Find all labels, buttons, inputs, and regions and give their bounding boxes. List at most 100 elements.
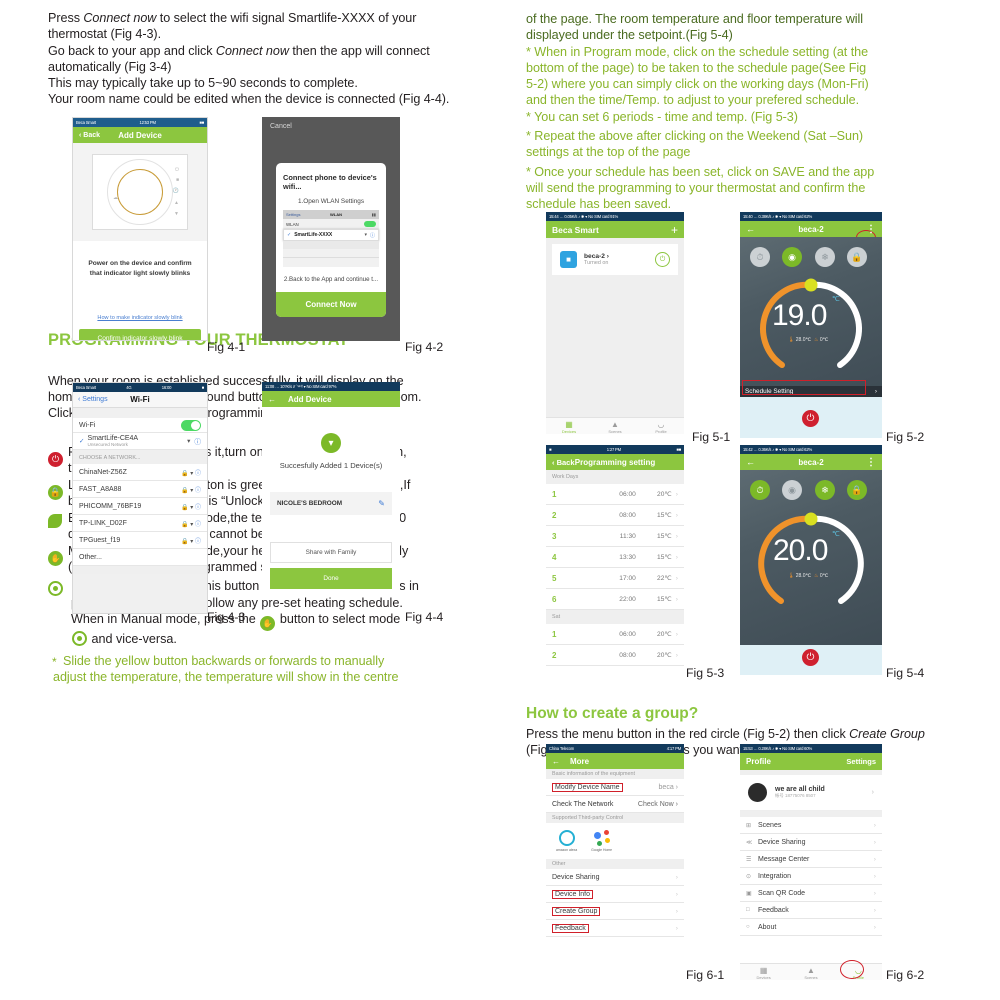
connect-now-button[interactable]: Connect Now xyxy=(276,292,386,317)
ssid-row[interactable]: ✓ SmartLife-XXXX ▾ ⓘ xyxy=(283,229,379,241)
user-profile-row[interactable]: we are all child 帐号 18775076 8507 › xyxy=(740,775,882,811)
google-home-icon[interactable]: Google Home xyxy=(591,830,612,852)
status-bar: 15:44 … 0.05K/s ♪ ✱ ▾ No SIM card 91% xyxy=(546,212,684,221)
cancel-button[interactable]: Cancel xyxy=(262,117,400,136)
connect-dialog: Connect phone to device's wifi... 1.Open… xyxy=(276,163,386,317)
grid-icon: ▦ xyxy=(565,420,573,429)
chevron-right-icon: › xyxy=(675,651,678,659)
back-arrow-icon[interactable]: ← xyxy=(746,457,755,467)
tab-devices[interactable]: ▦ Devices xyxy=(740,964,787,980)
schedule-period-row[interactable]: 1 06:00 20℃ › xyxy=(546,624,684,645)
info-icon[interactable]: ⓘ xyxy=(194,436,201,446)
profile-menu-row[interactable]: ⊙ Integration › xyxy=(740,868,882,885)
network-row[interactable]: PHICOMM_76BF19 🔒 ▾ ⓘ xyxy=(73,498,207,515)
device-card[interactable]: ■ beca-2 › Turned on ⏻ xyxy=(552,244,678,275)
schedule-period-row[interactable]: 2 08:00 15℃ › xyxy=(546,505,684,526)
menu-dots-icon[interactable]: ⋮ xyxy=(866,224,876,235)
wifi-toggle-row[interactable]: Wi-Fi xyxy=(73,418,207,433)
chevron-right-icon: › xyxy=(675,924,678,932)
device-power-toggle[interactable]: ⏻ xyxy=(655,252,670,267)
add-device-icon[interactable]: + xyxy=(671,223,678,237)
mode-lock-icon[interactable]: 🔒 xyxy=(847,247,867,267)
confirm-blink-button[interactable]: Confirm indicator slowly blink xyxy=(79,329,201,340)
back-arrow-icon[interactable]: ← xyxy=(268,395,276,404)
profile-menu-row[interactable]: ☰ Message Center › xyxy=(740,851,882,868)
caption-fig-4-2: Fig 4-2 xyxy=(405,340,444,354)
instruction-text: Power on the device and confirm that ind… xyxy=(73,259,207,279)
nav-bar: ← More xyxy=(546,753,684,769)
settings-button[interactable]: Settings xyxy=(846,757,876,766)
menu-item-icon: ▣ xyxy=(746,890,752,897)
settings-back-button[interactable]: ‹ Settings xyxy=(78,396,108,403)
top-note-green: * When in Program mode, click on the sch… xyxy=(526,44,956,213)
mode-program-icon[interactable]: ◉ xyxy=(782,247,802,267)
schedule-period-row[interactable]: 4 13:30 15℃ › xyxy=(546,547,684,568)
period-time: 06:00 xyxy=(619,630,636,638)
power-button[interactable]: ⏻ xyxy=(802,410,819,427)
network-row[interactable]: TP-LINK_D02F 🔒 ▾ ⓘ xyxy=(73,515,207,532)
amazon-alexa-icon[interactable]: amazon alexa xyxy=(556,830,577,852)
menu-row[interactable]: Device Info › xyxy=(546,886,684,903)
back-arrow-icon[interactable]: ← xyxy=(552,757,560,766)
menu-row[interactable]: Feedback › xyxy=(546,920,684,937)
share-with-family-button[interactable]: Share with Family xyxy=(270,542,392,563)
menu-row[interactable]: Create Group › xyxy=(546,903,684,920)
check-network-row[interactable]: Check The Network Check Now › xyxy=(546,796,684,813)
schedule-period-row[interactable]: 1 06:00 20℃ › xyxy=(546,484,684,505)
power-button[interactable]: ⏻ xyxy=(802,649,819,666)
mode-clock-icon[interactable]: ⏱ xyxy=(750,247,770,267)
tab-devices[interactable]: ▦ Devices xyxy=(546,418,592,434)
schedule-period-row[interactable]: 3 11:30 15℃ › xyxy=(546,526,684,547)
check-icon: ✓ xyxy=(79,438,85,445)
mini-settings-label: Settings xyxy=(286,212,301,217)
profile-menu-label: Feedback xyxy=(758,906,789,914)
mode-eco-icon[interactable]: ❄ xyxy=(815,247,835,267)
network-ssid: Other... xyxy=(79,553,102,561)
menu-row[interactable]: Device Sharing › xyxy=(546,869,684,886)
network-row[interactable]: ChinaNet-Z56Z 🔒 ▾ ⓘ xyxy=(73,464,207,481)
chevron-right-icon: › xyxy=(675,630,678,638)
connected-network-row[interactable]: ✓ SmartLife-CE4A Unsecured Network ▾ ⓘ xyxy=(73,433,207,450)
profile-menu-row[interactable]: ▣ Scan QR Code › xyxy=(740,885,882,902)
schedule-period-row[interactable]: 5 17:00 22℃ › xyxy=(546,568,684,589)
workdays-header: Work Days xyxy=(546,470,684,484)
profile-menu-row[interactable]: ○ About › xyxy=(740,919,882,936)
network-row[interactable]: TPGuest_f19 🔒 ▾ ⓘ xyxy=(73,532,207,549)
info-icon[interactable]: ⓘ xyxy=(370,232,375,239)
back-arrow-icon[interactable]: ← xyxy=(746,224,755,234)
info-icon[interactable]: ⓘ xyxy=(195,488,201,494)
status-text: 15:40 … 0.38K/s ♪ ✱ ▾ No SIM card 62% xyxy=(743,214,812,219)
mode-lock-icon[interactable]: 🔒 xyxy=(847,480,867,500)
network-row[interactable]: Other... xyxy=(73,549,207,566)
info-icon[interactable]: ⓘ xyxy=(195,471,201,477)
info-icon[interactable]: ⓘ xyxy=(195,522,201,528)
back-button[interactable]: ‹ Back xyxy=(79,132,100,139)
network-row[interactable]: FAST_A8A88 🔒 ▾ ⓘ xyxy=(73,481,207,498)
intro-line-5: Your room name could be edited when the … xyxy=(48,92,450,107)
back-button[interactable]: ‹ Back xyxy=(552,458,575,467)
mode-eco-icon[interactable]: ❄ xyxy=(815,480,835,500)
edit-pencil-icon[interactable]: ✎ xyxy=(378,499,385,508)
mode-clock-icon[interactable]: ⏱ xyxy=(750,480,770,500)
room-name-row[interactable]: NICOLE'S BEDROOM ✎ xyxy=(270,492,392,515)
profile-menu-label: Scenes xyxy=(758,821,782,829)
profile-menu-row[interactable]: □ Feedback › xyxy=(740,902,882,919)
profile-menu-row[interactable]: ≪ Device Sharing › xyxy=(740,834,882,851)
profile-menu-row[interactable]: ⊞ Scenes › xyxy=(740,817,882,834)
schedule-period-row[interactable]: 2 08:00 20℃ › xyxy=(546,645,684,666)
help-link[interactable]: How to make indicator slowly blink xyxy=(73,315,207,321)
info-icon[interactable]: ⓘ xyxy=(195,505,201,511)
status-bar: Beca Smart 4G 16:00 ■ xyxy=(73,383,207,392)
tab-profile[interactable]: ◡ Profile xyxy=(638,418,684,434)
tab-scenes[interactable]: ▲ Scenes xyxy=(592,418,638,434)
wifi-toggle[interactable] xyxy=(181,419,201,431)
menu-dots-icon[interactable]: ⋮ xyxy=(866,457,876,468)
mode-program-icon[interactable]: ◉ xyxy=(782,480,802,500)
schedule-period-row[interactable]: 6 22:00 15℃ › xyxy=(546,589,684,610)
done-button[interactable]: Done xyxy=(270,568,392,589)
tab-scenes[interactable]: ▲ Scenes xyxy=(787,964,834,980)
home-icon: ▲ xyxy=(807,966,815,975)
modify-device-name-row[interactable]: Modify Device Name beca › xyxy=(546,779,684,796)
wlan-toggle[interactable] xyxy=(364,221,376,227)
info-icon[interactable]: ⓘ xyxy=(195,539,201,545)
